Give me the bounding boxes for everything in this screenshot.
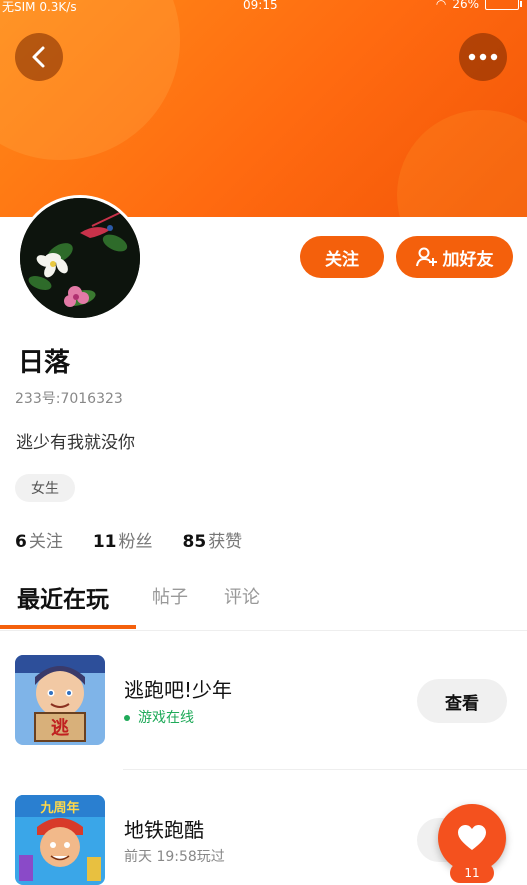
fab-badge: 11 [450, 863, 494, 883]
view-game-button[interactable]: 查看 [417, 679, 507, 723]
game-status-text: 前天 19:58玩过 [124, 849, 225, 865]
status-right: ◠ 26% [435, 0, 522, 11]
gender-tag: 女生 [15, 474, 75, 502]
battery-percent: 26% [452, 0, 479, 11]
battery-icon [485, 0, 522, 10]
profile-stats: 6 关注 11 粉丝 85 获赞 [15, 527, 242, 552]
more-dots-icon [468, 53, 498, 61]
profile-name: 日落 [18, 348, 71, 378]
like-fab-button[interactable] [438, 804, 506, 872]
banner-decoration [0, 0, 180, 160]
wifi-icon: ◠ [435, 0, 447, 11]
follow-button[interactable]: 关注 [300, 236, 384, 278]
game-icon-subway-surfers[interactable]: 九周年 [15, 795, 105, 885]
status-network: 无SIM 0.3K/s [2, 0, 77, 14]
game-status: 游戏在线 [124, 707, 194, 727]
tab-posts[interactable]: 帖子 [152, 583, 188, 609]
back-button[interactable] [15, 33, 63, 81]
tab-active-indicator [0, 625, 136, 629]
tab-recently-played[interactable]: 最近在玩 [17, 580, 109, 614]
more-options-button[interactable] [459, 33, 507, 81]
status-bar: 无SIM 0.3K/s 09:15 ◠ 26% [0, 0, 527, 14]
game-icon-text: 逃 [51, 717, 69, 739]
online-dot-icon [124, 715, 130, 721]
game-icon-escape[interactable]: 逃 [15, 655, 105, 745]
game-title[interactable]: 地铁跑酷 [124, 814, 204, 843]
status-time: 09:15 [243, 0, 278, 12]
game-title[interactable]: 逃跑吧!少年 [124, 674, 232, 703]
likes-label: 获赞 [208, 532, 243, 552]
avatar-bird-flower-image [20, 198, 140, 318]
game-escape-artwork: 逃 [15, 655, 105, 745]
tab-divider [0, 630, 527, 631]
tab-comments[interactable]: 评论 [224, 583, 260, 609]
profile-id: 233号:7016323 [15, 391, 123, 407]
profile-bio: 逃少有我就没你 [16, 433, 135, 453]
following-label: 关注 [28, 532, 63, 552]
add-friend-icon [415, 247, 437, 267]
heart-icon [458, 825, 486, 850]
row-divider [123, 769, 527, 770]
game-subway-artwork: 九周年 [15, 795, 105, 885]
chevron-left-icon [32, 46, 45, 68]
fans-label: 粉丝 [118, 532, 153, 552]
following-count: 6 [15, 532, 27, 552]
add-friend-button[interactable]: 加好友 [396, 236, 513, 278]
add-friend-label: 加好友 [442, 249, 494, 270]
game-icon-text: 九周年 [39, 800, 79, 816]
likes-stat[interactable]: 85 获赞 [183, 527, 243, 552]
banner-decoration [397, 110, 527, 217]
avatar[interactable] [17, 195, 143, 321]
likes-count: 85 [182, 532, 207, 552]
fans-count: 11 [92, 532, 117, 552]
following-stat[interactable]: 6 关注 [15, 527, 63, 552]
profile-header-banner [0, 0, 527, 217]
game-status-text: 游戏在线 [138, 710, 194, 726]
fans-stat[interactable]: 11 粉丝 [93, 527, 153, 552]
